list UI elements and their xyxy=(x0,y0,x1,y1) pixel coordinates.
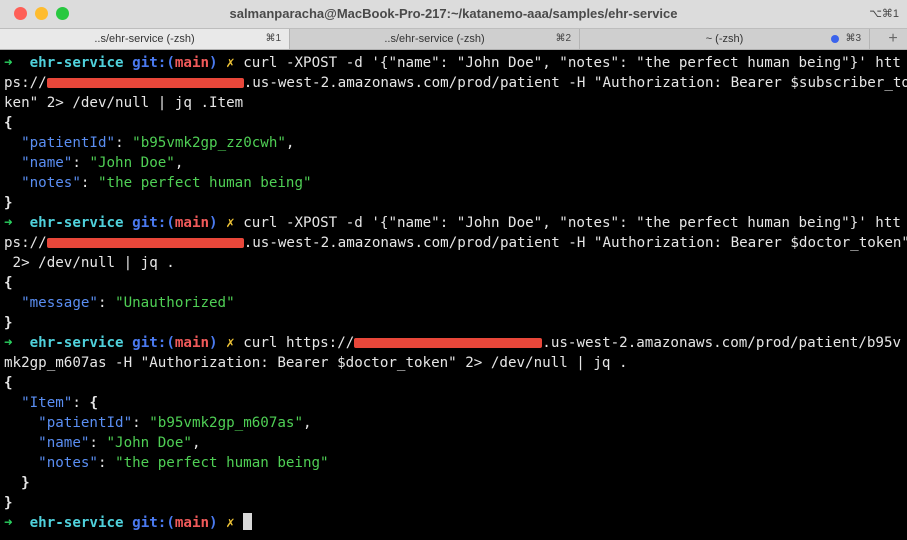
activity-dot-icon xyxy=(831,35,839,43)
command-line: ➜ ehr-service git:(main) ✗ curl -XPOST -… xyxy=(4,53,907,73)
tab-3-shortcut: ⌘3 xyxy=(845,33,861,44)
window-shortcut: ⌥⌘1 xyxy=(869,8,899,20)
json-value: "the perfect human being" xyxy=(115,455,329,471)
terminal-window: salmanparacha@MacBook-Pro-217:~/katanemo… xyxy=(0,0,907,540)
json-value: "John Doe" xyxy=(106,435,192,451)
terminal-output[interactable]: ➜ ehr-service git:(main) ✗ curl -XPOST -… xyxy=(4,53,907,533)
dirty-marker-icon: ✗ xyxy=(226,335,235,351)
json-field: "name": "John Doe", xyxy=(38,435,201,451)
json-value: "the perfect human being" xyxy=(97,175,312,191)
prompt-git-close: ) xyxy=(209,515,218,531)
json-key: "patientId" xyxy=(38,415,133,431)
prompt-arrow-icon: ➜ xyxy=(4,335,13,351)
prompt-directory: ehr-service xyxy=(29,335,124,351)
prompt-git-close: ) xyxy=(209,55,218,71)
json-key: "name" xyxy=(21,155,73,171)
command-text: .us-west-2.amazonaws.com/prod/patient -H… xyxy=(243,75,907,91)
tab-1[interactable]: ..s/ehr-service (-zsh) ⌘1 xyxy=(0,29,290,49)
json-field: "notes": "the perfect human being" xyxy=(21,175,312,191)
command-line: ➜ ehr-service git:(main) ✗ curl -XPOST -… xyxy=(4,213,907,233)
command-text: .us-west-2.amazonaws.com/prod/patient -H… xyxy=(243,235,907,251)
dirty-marker-icon: ✗ xyxy=(226,515,235,531)
prompt-directory: ehr-service xyxy=(29,515,124,531)
json-brace: { xyxy=(89,395,98,411)
prompt-directory: ehr-service xyxy=(29,215,124,231)
tab-bar: ..s/ehr-service (-zsh) ⌘1 ..s/ehr-servic… xyxy=(0,29,907,50)
command-line: ken" 2> /dev/null | jq .Item xyxy=(4,93,907,113)
prompt-git-close: ) xyxy=(209,215,218,231)
active-prompt-line[interactable]: ➜ ehr-service git:(main) ✗ xyxy=(4,513,907,533)
dirty-marker-icon: ✗ xyxy=(226,55,235,71)
command-text: .us-west-2.amazonaws.com/prod/patient/b9… xyxy=(542,335,902,351)
prompt-directory: ehr-service xyxy=(29,55,124,71)
prompt-arrow-icon: ➜ xyxy=(4,515,13,531)
command-line: 2> /dev/null | jq . xyxy=(4,253,907,273)
json-brace: } xyxy=(4,495,13,511)
command-text: curl -XPOST -d '{"name": "John Doe", "no… xyxy=(243,55,901,71)
json-field: "patientId": "b95vmk2gp_zz0cwh", xyxy=(21,135,295,151)
json-field: "patientId": "b95vmk2gp_m607as", xyxy=(38,415,312,431)
json-field: "Item": { xyxy=(21,395,98,411)
json-field: "message": "Unauthorized" xyxy=(21,295,235,311)
json-key: "name" xyxy=(38,435,90,451)
json-value: "John Doe" xyxy=(89,155,175,171)
json-brace: } xyxy=(21,475,30,491)
tab-2[interactable]: ..s/ehr-service (-zsh) ⌘2 xyxy=(290,29,580,49)
tab-3-label: ~ (-zsh) xyxy=(705,33,744,45)
json-brace: } xyxy=(4,315,13,331)
command-text: mk2gp_m607as -H "Authorization: Bearer $… xyxy=(4,355,628,371)
command-text: ken" 2> /dev/null | jq .Item xyxy=(4,95,244,111)
json-field: } xyxy=(4,473,907,493)
title-bar: salmanparacha@MacBook-Pro-217:~/katanemo… xyxy=(0,0,907,29)
prompt-git: git:( xyxy=(132,215,175,231)
json-key: "notes" xyxy=(38,455,98,471)
prompt-branch: main xyxy=(174,335,210,351)
prompt-branch: main xyxy=(174,55,210,71)
json-brace: { xyxy=(4,115,13,131)
prompt-git: git:( xyxy=(132,515,175,531)
json-value: "Unauthorized" xyxy=(115,295,235,311)
redaction-bar xyxy=(354,338,543,348)
json-value: "b95vmk2gp_m607as" xyxy=(149,415,303,431)
prompt-git-close: ) xyxy=(209,335,218,351)
json-key: "notes" xyxy=(21,175,81,191)
command-line: ps:// .us-west-2.amazonaws.com/prod/patie… xyxy=(4,73,907,93)
tab-1-shortcut: ⌘1 xyxy=(265,33,281,44)
redaction-bar xyxy=(46,78,244,88)
json-key: "patientId" xyxy=(21,135,116,151)
json-key: "message" xyxy=(21,295,98,311)
json-brace: } xyxy=(4,195,13,211)
json-brace: { xyxy=(4,275,13,291)
command-line: ps:// .us-west-2.amazonaws.com/prod/patie… xyxy=(4,233,907,253)
command-text: curl https:// xyxy=(243,335,355,351)
prompt-git: git:( xyxy=(132,335,175,351)
new-tab-button[interactable]: + xyxy=(881,29,905,49)
tab-1-label: ..s/ehr-service (-zsh) xyxy=(94,33,195,45)
window-title: salmanparacha@MacBook-Pro-217:~/katanemo… xyxy=(229,6,678,21)
text-cursor xyxy=(243,513,253,530)
json-field: "notes": "the perfect human being" xyxy=(38,455,329,471)
json-brace: { xyxy=(4,375,13,391)
prompt-arrow-icon: ➜ xyxy=(4,55,13,71)
command-text: curl -XPOST -d '{"name": "John Doe", "no… xyxy=(243,215,901,231)
dirty-marker-icon: ✗ xyxy=(226,215,235,231)
command-line: ➜ ehr-service git:(main) ✗ curl https://… xyxy=(4,333,907,353)
json-key: "Item" xyxy=(21,395,73,411)
command-line: mk2gp_m607as -H "Authorization: Bearer $… xyxy=(4,353,907,373)
prompt-branch: main xyxy=(174,215,210,231)
json-value: "b95vmk2gp_zz0cwh" xyxy=(132,135,286,151)
command-text: ps:// xyxy=(4,235,47,251)
prompt-git: git:( xyxy=(132,55,175,71)
redaction-bar xyxy=(46,238,244,248)
tab-3[interactable]: ~ (-zsh) ⌘3 xyxy=(580,29,870,49)
tab-2-shortcut: ⌘2 xyxy=(555,33,571,44)
command-text: ps:// xyxy=(4,75,47,91)
command-text: 2> /dev/null | jq . xyxy=(4,255,175,271)
json-field: "name": "John Doe", xyxy=(21,155,184,171)
prompt-branch: main xyxy=(174,515,210,531)
tab-2-label: ..s/ehr-service (-zsh) xyxy=(384,33,485,45)
prompt-arrow-icon: ➜ xyxy=(4,215,13,231)
